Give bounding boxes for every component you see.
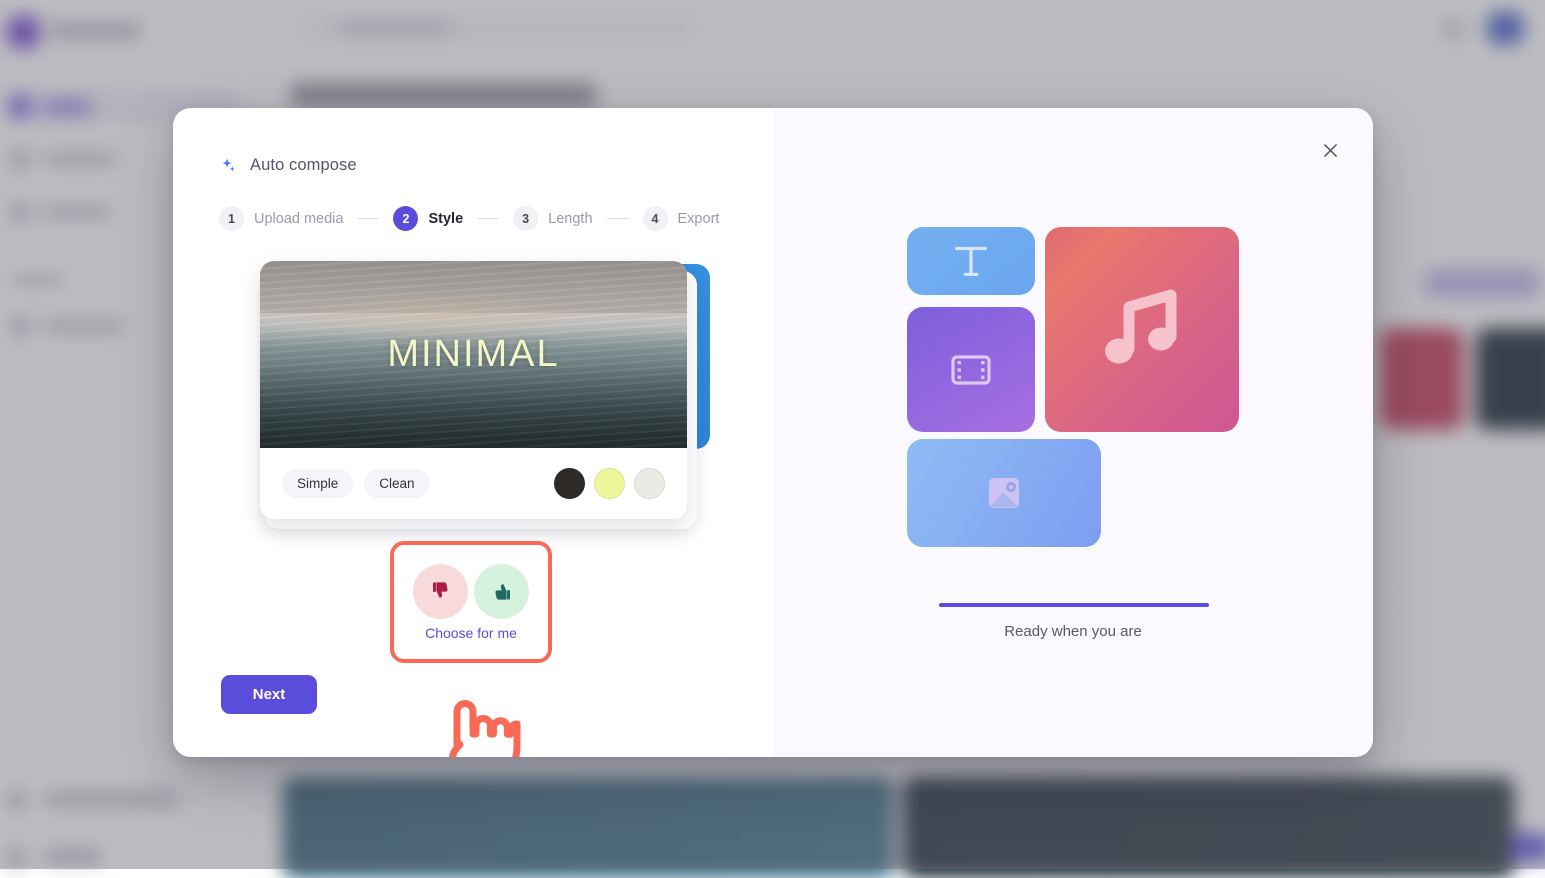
swatch-off-white[interactable] (634, 468, 665, 499)
step-number: 1 (219, 206, 244, 231)
text-t-icon (948, 238, 994, 284)
thumbs-down-button[interactable] (413, 564, 468, 619)
step-upload-media[interactable]: 1 Upload media (219, 206, 343, 231)
style-card-swatches (554, 468, 665, 499)
video-tile (907, 307, 1035, 432)
sparkle-icon (220, 157, 238, 175)
step-label: Style (428, 211, 463, 227)
step-label: Length (548, 211, 592, 227)
progress-bar-fill (939, 603, 1209, 607)
style-card-footer: Simple Clean (260, 448, 687, 519)
swatch-charcoal[interactable] (554, 468, 585, 499)
style-card-photo: MINIMAL (260, 261, 687, 448)
step-number: 2 (393, 206, 418, 231)
choose-for-me-link[interactable]: Choose for me (425, 625, 517, 641)
thumbs-row (413, 564, 529, 619)
step-separator (607, 218, 629, 220)
close-button[interactable] (1317, 137, 1343, 163)
music-note-icon (1091, 279, 1193, 381)
style-card[interactable]: MINIMAL Simple Clean (260, 261, 687, 519)
step-separator (477, 218, 499, 220)
step-length[interactable]: 3 Length (513, 206, 592, 231)
auto-compose-modal: Auto compose 1 Upload media 2 Style 3 Le… (173, 108, 1373, 757)
progress-bar (939, 603, 1209, 607)
step-label: Upload media (254, 211, 343, 227)
close-icon (1323, 143, 1338, 158)
step-separator (357, 218, 379, 220)
style-card-carousel: MINIMAL Simple Clean (260, 261, 700, 526)
thumbs-down-icon (429, 579, 453, 603)
style-tag-simple[interactable]: Simple (282, 469, 353, 498)
image-icon (978, 467, 1030, 519)
swatch-pale-yellow[interactable] (594, 468, 625, 499)
preview-tiles (907, 227, 1239, 547)
pointing-hand-cursor (435, 690, 527, 757)
modal-title: Auto compose (250, 156, 357, 175)
film-strip-icon (945, 344, 997, 396)
step-number: 4 (643, 206, 668, 231)
stepper: 1 Upload media 2 Style 3 Length 4 Export (219, 206, 719, 231)
step-style[interactable]: 2 Style (393, 206, 463, 231)
step-label: Export (678, 211, 720, 227)
style-card-photo-label: MINIMAL (387, 333, 559, 376)
next-button[interactable]: Next (221, 675, 317, 714)
step-export[interactable]: 4 Export (643, 206, 720, 231)
music-tile (1045, 227, 1239, 432)
thumbs-up-icon (490, 579, 514, 603)
style-card-tags: Simple Clean (282, 469, 430, 498)
modal-right-panel: Ready when you are (773, 108, 1373, 757)
status-text: Ready when you are (773, 623, 1373, 640)
modal-left-panel: Auto compose 1 Upload media 2 Style 3 Le… (173, 108, 773, 757)
style-tag-clean[interactable]: Clean (364, 469, 429, 498)
text-tile (907, 227, 1035, 295)
image-tile (907, 439, 1101, 547)
feedback-widget: Choose for me (390, 541, 552, 663)
thumbs-up-button[interactable] (474, 564, 529, 619)
step-number: 3 (513, 206, 538, 231)
modal-header: Auto compose (220, 156, 357, 175)
